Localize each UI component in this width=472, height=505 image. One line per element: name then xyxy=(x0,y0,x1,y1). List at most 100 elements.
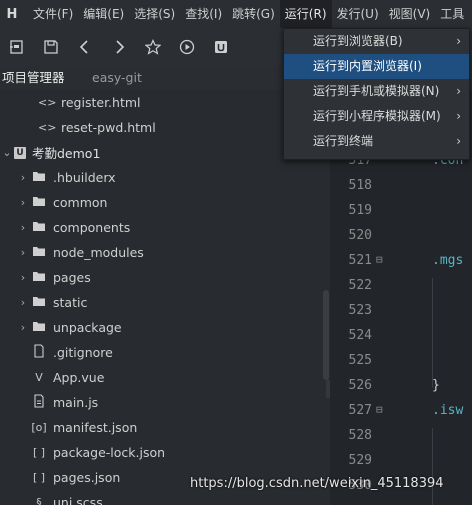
file-item[interactable]: V App.vue xyxy=(0,365,330,390)
code-line[interactable]: 524 xyxy=(330,328,472,353)
chevron-right-icon[interactable]: › xyxy=(16,321,30,334)
folder-icon xyxy=(30,195,48,211)
code-line[interactable]: 519 xyxy=(330,203,472,228)
file-item[interactable]: <> reset-pwd.html xyxy=(0,115,330,140)
file-type-icon: <> xyxy=(38,96,57,109)
chevron-down-icon[interactable]: ⌄ xyxy=(0,146,14,159)
line-number: 523 xyxy=(348,303,372,318)
project-icon[interactable] xyxy=(204,28,238,66)
file-icon xyxy=(30,344,48,361)
menu-select[interactable]: 选择(S) xyxy=(129,0,180,28)
menu-find[interactable]: 查找(I) xyxy=(180,0,227,28)
run-menu-item[interactable]: 运行到内置浏览器(I) xyxy=(284,54,469,79)
chevron-right-icon[interactable]: › xyxy=(16,221,30,234)
watermark: https://blog.csdn.net/weixin_45118394 xyxy=(190,476,444,491)
file-item[interactable]: .gitignore xyxy=(0,340,330,365)
line-number: 524 xyxy=(348,328,372,343)
tree-item-label: .gitignore xyxy=(53,345,113,360)
line-number: 521 xyxy=(348,253,372,268)
file-item[interactable]: main.js xyxy=(0,390,330,415)
folder-item[interactable]: › unpackage xyxy=(0,315,330,340)
tree-item-label: static xyxy=(53,295,88,310)
tree-item-label: .hbuilderx xyxy=(53,170,116,185)
tree-item-label: App.vue xyxy=(53,370,105,385)
run-menu-item-label: 运行到内置浏览器(I) xyxy=(313,59,422,73)
tree-item-label: pages.json xyxy=(53,470,121,485)
forward-icon[interactable] xyxy=(102,28,136,66)
menu-file[interactable]: 文件(F) xyxy=(28,0,78,28)
folder-item[interactable]: › static xyxy=(0,290,330,315)
run-menu-item-label: 运行到终端 xyxy=(313,134,374,148)
code-line[interactable]: 525 xyxy=(330,353,472,378)
back-icon[interactable] xyxy=(68,28,102,66)
code-line[interactable]: 526} xyxy=(330,378,472,403)
code-line[interactable]: 523 xyxy=(330,303,472,328)
run-menu-item[interactable]: 运行到手机或模拟器(N) › xyxy=(284,79,469,104)
project-icon: U xyxy=(14,146,26,159)
line-number: 522 xyxy=(348,278,372,293)
tree-item-label: register.html xyxy=(61,95,141,110)
run-menu-item[interactable]: 运行到终端 › xyxy=(284,129,469,154)
file-type-icon: [ ] xyxy=(32,446,46,459)
tree-item-label: unpackage xyxy=(53,320,122,335)
tree-item-label: manifest.json xyxy=(53,420,138,435)
folder-item[interactable]: › pages xyxy=(0,265,330,290)
save-as-icon[interactable] xyxy=(0,28,34,66)
tree-item-label: uni.scss xyxy=(53,495,103,505)
code-line[interactable]: 521 ⊟ .mgs xyxy=(330,253,472,278)
code-line[interactable]: 518 xyxy=(330,178,472,203)
folder-item[interactable]: › node_modules xyxy=(0,240,330,265)
folder-icon xyxy=(30,220,48,236)
menu-run[interactable]: 运行(R) xyxy=(279,0,332,28)
fold-toggle-icon[interactable]: ⊟ xyxy=(376,403,383,416)
file-item[interactable]: [ ] package-lock.json xyxy=(0,440,330,465)
project-root[interactable]: ⌄ U 考勤demo1 xyxy=(0,140,330,165)
project-tree: <> register.html <> reset-pwd.html ⌄ U 考勤demo1… xyxy=(0,90,330,505)
folder-item[interactable]: › .hbuilderx xyxy=(0,165,330,190)
chevron-right-icon[interactable]: › xyxy=(16,171,30,184)
chevron-right-icon[interactable]: › xyxy=(16,271,30,284)
code-line[interactable]: 529 xyxy=(330,453,472,478)
tab-easy-git[interactable]: easy-git xyxy=(84,66,150,90)
line-number: 519 xyxy=(348,203,372,218)
code-line[interactable]: 528 xyxy=(330,428,472,453)
file-type-icon: V xyxy=(35,371,43,384)
chevron-right-icon: › xyxy=(456,134,461,148)
folder-item[interactable]: › components xyxy=(0,215,330,240)
folder-item[interactable]: › common xyxy=(0,190,330,215)
menu-tools[interactable]: 工具 xyxy=(435,0,469,28)
line-number: 518 xyxy=(348,178,372,193)
run-menu-item[interactable]: 运行到小程序模拟器(M) › xyxy=(284,104,469,129)
save-icon[interactable] xyxy=(34,28,68,66)
star-icon[interactable] xyxy=(136,28,170,66)
folder-icon xyxy=(30,320,48,336)
run-menu-item-label: 运行到浏览器(B) xyxy=(313,34,403,48)
js-file-icon xyxy=(30,394,48,411)
chevron-right-icon[interactable]: › xyxy=(16,196,30,209)
menu-goto[interactable]: 跳转(G) xyxy=(227,0,280,28)
tab-project-manager[interactable]: 项目管理器 xyxy=(0,66,69,92)
fold-toggle-icon[interactable]: ⊟ xyxy=(376,253,383,266)
chevron-right-icon: › xyxy=(456,109,461,123)
run-menu-item[interactable]: 运行到浏览器(B) › xyxy=(284,29,469,54)
folder-icon xyxy=(30,270,48,286)
chevron-right-icon[interactable]: › xyxy=(16,246,30,259)
menu-view[interactable]: 视图(V) xyxy=(384,0,436,28)
folder-icon xyxy=(30,170,48,186)
file-item[interactable]: [o] manifest.json xyxy=(0,415,330,440)
code-line[interactable]: 522 xyxy=(330,278,472,303)
run-icon[interactable] xyxy=(170,28,204,66)
run-menu-dropdown: 运行到浏览器(B) › 运行到内置浏览器(I) 运行到手机或模拟器(N) › 运行到小程序… xyxy=(283,28,470,160)
code-line[interactable]: 520 xyxy=(330,228,472,253)
file-item[interactable]: § uni.scss xyxy=(0,490,330,505)
chevron-right-icon[interactable]: › xyxy=(16,296,30,309)
chevron-right-icon: › xyxy=(456,34,461,48)
tree-scrollbar[interactable] xyxy=(323,290,329,380)
code-line[interactable]: 527 ⊟ .isw xyxy=(330,403,472,428)
menu-publish[interactable]: 发行(U) xyxy=(332,0,384,28)
tree-item-label: reset-pwd.html xyxy=(61,120,156,135)
code-text: .mgs xyxy=(432,253,464,268)
run-menu-item-label: 运行到手机或模拟器(N) xyxy=(313,84,440,98)
menu-edit[interactable]: 编辑(E) xyxy=(78,0,129,28)
file-item[interactable]: <> register.html xyxy=(0,90,330,115)
